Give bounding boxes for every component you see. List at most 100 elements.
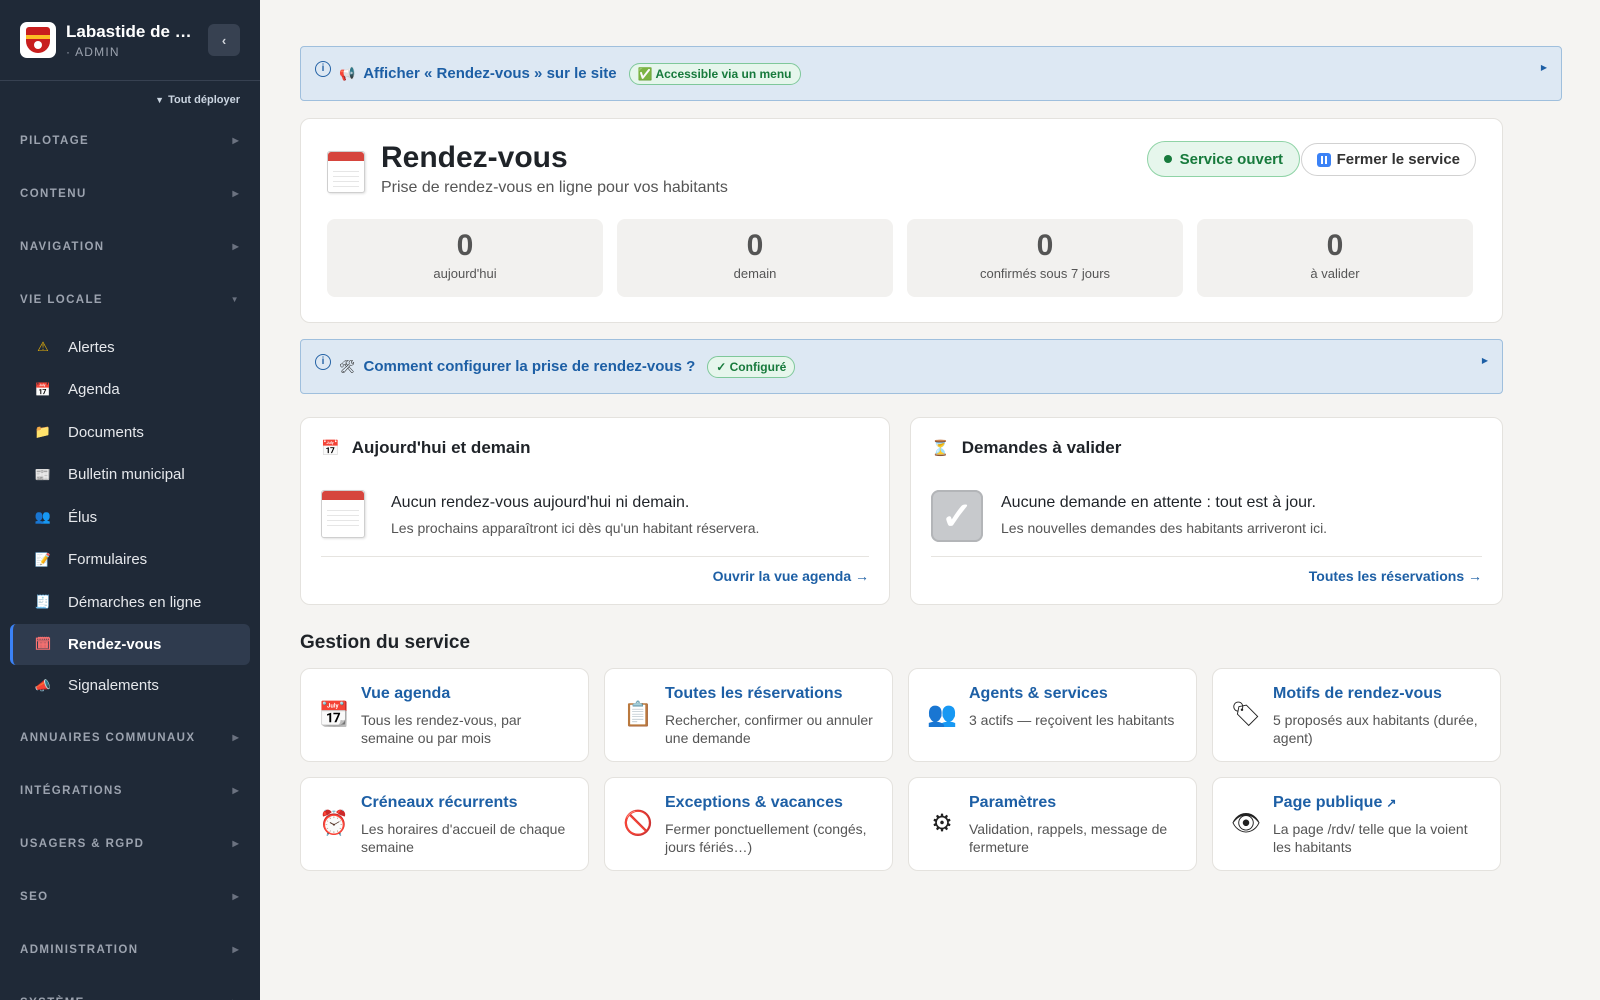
caret-right-icon: ▶ bbox=[232, 136, 240, 145]
configuration-help-banner[interactable]: i 🛠 Comment configurer la prise de rende… bbox=[300, 339, 1503, 394]
tile-title[interactable]: Agents & services bbox=[969, 685, 1108, 703]
sidebar-item-alertes[interactable]: ⚠ Alertes bbox=[10, 326, 250, 369]
sidebar-item-formulaires[interactable]: 📝 Formulaires bbox=[10, 539, 250, 582]
empty-state-title: Aucune demande en attente : tout est à j… bbox=[1001, 494, 1316, 511]
info-icon: i bbox=[315, 353, 331, 370]
empty-state-text: Les prochains apparaîtront ici dès qu'un… bbox=[391, 520, 760, 536]
tile-motifs-de-rendez-vous[interactable]: 🏷 Motifs de rendez-vous 5 proposés aux hab… bbox=[1212, 668, 1501, 762]
pending-requests-panel: ⏳ Demandes à valider ✓ Aucune demande en … bbox=[910, 417, 1503, 605]
sidebar-sections-bottom: ANNUAIRES COMMUNAUX ▶ INTÉGRATIONS ▶ USAGERS… bbox=[0, 711, 260, 1000]
stat-value: 0 bbox=[1036, 229, 1054, 262]
section-seo[interactable]: SEO ▶ bbox=[0, 870, 260, 923]
status-dot-icon bbox=[1163, 155, 1172, 163]
calendar-icon: 📆 bbox=[319, 700, 349, 728]
tile-toutes-les-reservations[interactable]: 📋 Toutes les réservations Rechercher, conf… bbox=[604, 668, 893, 762]
sidebar-item-signalements[interactable]: 📣 Signalements bbox=[10, 665, 250, 708]
management-section-title: Gestion du service bbox=[300, 632, 471, 653]
receipt-icon: 🧾 bbox=[34, 594, 52, 610]
site-visibility-banner[interactable]: i 📢 Afficher « Rendez-vous » sur le site… bbox=[300, 46, 1562, 101]
caret-right-icon: ▶ bbox=[232, 839, 240, 848]
section-label: USAGERS & RGPD bbox=[20, 837, 145, 850]
configuration-help-link[interactable]: Comment configurer la prise de rendez-vo… bbox=[364, 358, 696, 375]
vie-locale-items: ⚠ Alertes 📅 Agenda 📁 Documents 📰 Bulletin munic… bbox=[0, 326, 260, 711]
calendar-icon bbox=[327, 151, 365, 193]
section-annuaires-communaux[interactable]: ANNUAIRES COMMUNAUX ▶ bbox=[0, 711, 260, 764]
tile-description: Les horaires d'accueil de chaque semaine bbox=[361, 821, 566, 855]
caret-right-icon: ▶ bbox=[1540, 63, 1547, 72]
open-agenda-link[interactable]: Ouvrir la vue agenda → bbox=[713, 568, 869, 584]
panel-title: Aujourd'hui et demain bbox=[351, 438, 531, 457]
sidebar-item-documents[interactable]: 📁 Documents bbox=[10, 411, 250, 454]
tile-creneaux-recurrents[interactable]: ⏰ Créneaux récurrents Les horaires d'accue… bbox=[300, 777, 589, 871]
tile-parametres[interactable]: ⚙ Paramètres Validation, rappels, message … bbox=[908, 777, 1197, 871]
people-icon: 👥 bbox=[927, 700, 957, 728]
warning-icon: ⚠ bbox=[37, 339, 49, 355]
today-tomorrow-panel: 📅 Aujourd'hui et demain Aucun rendez-vous… bbox=[300, 417, 890, 605]
collapse-sidebar-button[interactable]: ‹ bbox=[208, 24, 240, 56]
status-label: Service ouvert bbox=[1179, 150, 1283, 168]
stat-label: confirmés sous 7 jours bbox=[979, 266, 1111, 281]
section-integrations[interactable]: INTÉGRATIONS ▶ bbox=[0, 764, 260, 817]
page-subtitle: Prise de rendez-vous en ligne pour vos h… bbox=[381, 179, 728, 196]
people-icon: 👥 bbox=[34, 509, 52, 525]
sidebar-item-demarches-en-ligne[interactable]: 🧾 Démarches en ligne bbox=[10, 581, 250, 624]
accessible-badge: ✅ Accessible via un menu bbox=[628, 62, 801, 85]
sidebar-item-label: Formulaires bbox=[68, 551, 148, 569]
empty-state-title: Aucun rendez-vous aujourd'hui ni demain. bbox=[391, 494, 690, 511]
sidebar-item-agenda[interactable]: 📅 Agenda bbox=[10, 369, 250, 412]
tile-title[interactable]: Page publique ↗ bbox=[1273, 794, 1396, 812]
tile-page-publique[interactable]: 👁 Page publique ↗ La page /rdv/ telle que l… bbox=[1212, 777, 1501, 871]
tile-title-text: Toutes les réservations bbox=[665, 685, 843, 702]
panel-title: Demandes à valider bbox=[961, 438, 1122, 457]
tile-vue-agenda[interactable]: 📆 Vue agenda Tous les rendez-vous, par sem… bbox=[300, 668, 589, 762]
sidebar-item-label: Documents bbox=[68, 423, 144, 441]
tile-title[interactable]: Exceptions & vacances bbox=[665, 794, 843, 812]
clipboard-icon: 📋 bbox=[623, 700, 653, 728]
caret-right-icon: ▶ bbox=[232, 242, 240, 251]
sidebar-item-bulletin-municipal[interactable]: 📰 Bulletin municipal bbox=[10, 454, 250, 497]
tile-title[interactable]: Créneaux récurrents bbox=[361, 794, 518, 812]
megaphone-icon: 📣 bbox=[34, 677, 52, 693]
stat-tomorrow: 0 demain bbox=[617, 219, 893, 297]
tile-title[interactable]: Vue agenda bbox=[361, 685, 450, 703]
tile-title[interactable]: Paramètres bbox=[969, 794, 1056, 812]
tile-agents-services[interactable]: 👥 Agents & services 3 actifs — reçoivent l… bbox=[908, 668, 1197, 762]
calendar-icon: 📅 bbox=[321, 440, 340, 457]
check-box-icon: ✓ bbox=[931, 490, 983, 542]
expand-all-toggle[interactable]: ▼ Tout déployer bbox=[0, 81, 260, 114]
section-label: SEO bbox=[20, 890, 49, 903]
close-service-button[interactable]: Fermer le service bbox=[1300, 143, 1476, 176]
sidebar-item-elus[interactable]: 👥 Élus bbox=[10, 496, 250, 539]
all-reservations-link[interactable]: Toutes les réservations → bbox=[1309, 568, 1482, 584]
expand-all-label: Tout déployer bbox=[168, 94, 240, 106]
tile-title[interactable]: Toutes les réservations bbox=[665, 685, 843, 703]
tile-description: 3 actifs — reçoivent les habitants bbox=[969, 712, 1175, 728]
tile-title[interactable]: Motifs de rendez-vous bbox=[1273, 685, 1442, 703]
stat-label: demain bbox=[733, 266, 777, 281]
section-label: NAVIGATION bbox=[20, 240, 105, 253]
section-administration[interactable]: ADMINISTRATION ▶ bbox=[0, 923, 260, 976]
sidebar-item-label: Bulletin municipal bbox=[68, 466, 185, 484]
section-label: PILOTAGE bbox=[20, 134, 90, 147]
section-systeme[interactable]: SYSTÈME▶ bbox=[0, 976, 260, 1000]
close-service-label: Fermer le service bbox=[1336, 151, 1460, 168]
section-navigation[interactable]: NAVIGATION ▶ bbox=[0, 220, 260, 273]
section-usagers-rgpd[interactable]: USAGERS & RGPD ▶ bbox=[0, 817, 260, 870]
tile-exceptions-vacances[interactable]: 🚫 Exceptions & vacances Fermer ponctuellem… bbox=[604, 777, 893, 871]
sidebar: Labastide de M... · ADMIN ‹ ▼ Tout déploy… bbox=[0, 0, 260, 1000]
calendar-icon bbox=[321, 490, 365, 538]
eye-icon: 👁 bbox=[1230, 809, 1262, 837]
page-title: Rendez-vous bbox=[381, 141, 568, 174]
section-vie-locale[interactable]: VIE LOCALE ▼ bbox=[0, 273, 260, 326]
gear-icon: ⚙ bbox=[931, 809, 953, 837]
section-label: CONTENU bbox=[20, 187, 87, 200]
empty-state-text: Les nouvelles demandes des habitants arr… bbox=[1001, 520, 1328, 536]
section-contenu[interactable]: CONTENU ▶ bbox=[0, 167, 260, 220]
stat-to-validate: 0 à valider bbox=[1197, 219, 1473, 297]
newspaper-icon: 📰 bbox=[34, 466, 52, 482]
site-visibility-link[interactable]: Afficher « Rendez-vous » sur le site bbox=[363, 65, 616, 82]
section-pilotage[interactable]: PILOTAGE ▶ bbox=[0, 114, 260, 167]
service-status-badge: Service ouvert bbox=[1146, 141, 1300, 177]
sidebar-item-rendez-vous[interactable]: 🗓 Rendez-vous bbox=[10, 623, 250, 665]
sidebar-item-label: Signalements bbox=[68, 677, 159, 695]
